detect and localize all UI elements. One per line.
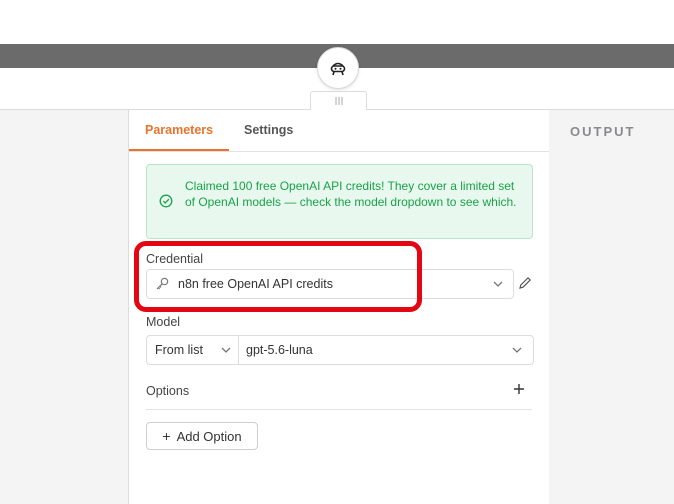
chevron-down-icon: [221, 347, 231, 353]
tab-settings[interactable]: Settings: [244, 123, 293, 137]
check-circle-icon: [159, 194, 173, 208]
top-whitespace: [0, 0, 674, 44]
input-panel: [0, 110, 128, 504]
model-value: gpt-5.6-luna: [246, 343, 313, 357]
options-divider: [146, 409, 532, 410]
output-panel: OUTPUT: [548, 110, 674, 504]
model-mode-value: From list: [155, 343, 203, 357]
tab-bar: Parameters Settings: [129, 110, 549, 152]
add-option-button[interactable]: + Add Option: [146, 422, 258, 450]
robot-icon: [330, 62, 346, 76]
options-label: Options: [146, 384, 190, 398]
plus-icon: +: [162, 428, 171, 444]
model-label: Model: [146, 315, 181, 329]
grip-icon: [335, 97, 342, 105]
robot-node-icon[interactable]: [317, 47, 359, 89]
plus-icon[interactable]: [512, 382, 526, 396]
pencil-icon[interactable]: [518, 276, 532, 290]
output-title: OUTPUT: [570, 124, 636, 139]
model-select[interactable]: gpt-5.6-luna: [238, 335, 534, 365]
panel-drag-handle[interactable]: [310, 91, 367, 110]
chevron-down-icon: [512, 347, 522, 353]
credits-notice: Claimed 100 free OpenAI API credits! The…: [146, 164, 533, 239]
credential-highlight-annotation: [134, 241, 422, 312]
chevron-down-icon: [493, 281, 503, 287]
active-tab-indicator: [129, 149, 229, 151]
model-mode-select[interactable]: From list: [146, 335, 240, 365]
tab-parameters[interactable]: Parameters: [145, 123, 213, 137]
notice-text: Claimed 100 free OpenAI API credits! The…: [185, 179, 517, 209]
add-option-label: Add Option: [176, 428, 242, 444]
